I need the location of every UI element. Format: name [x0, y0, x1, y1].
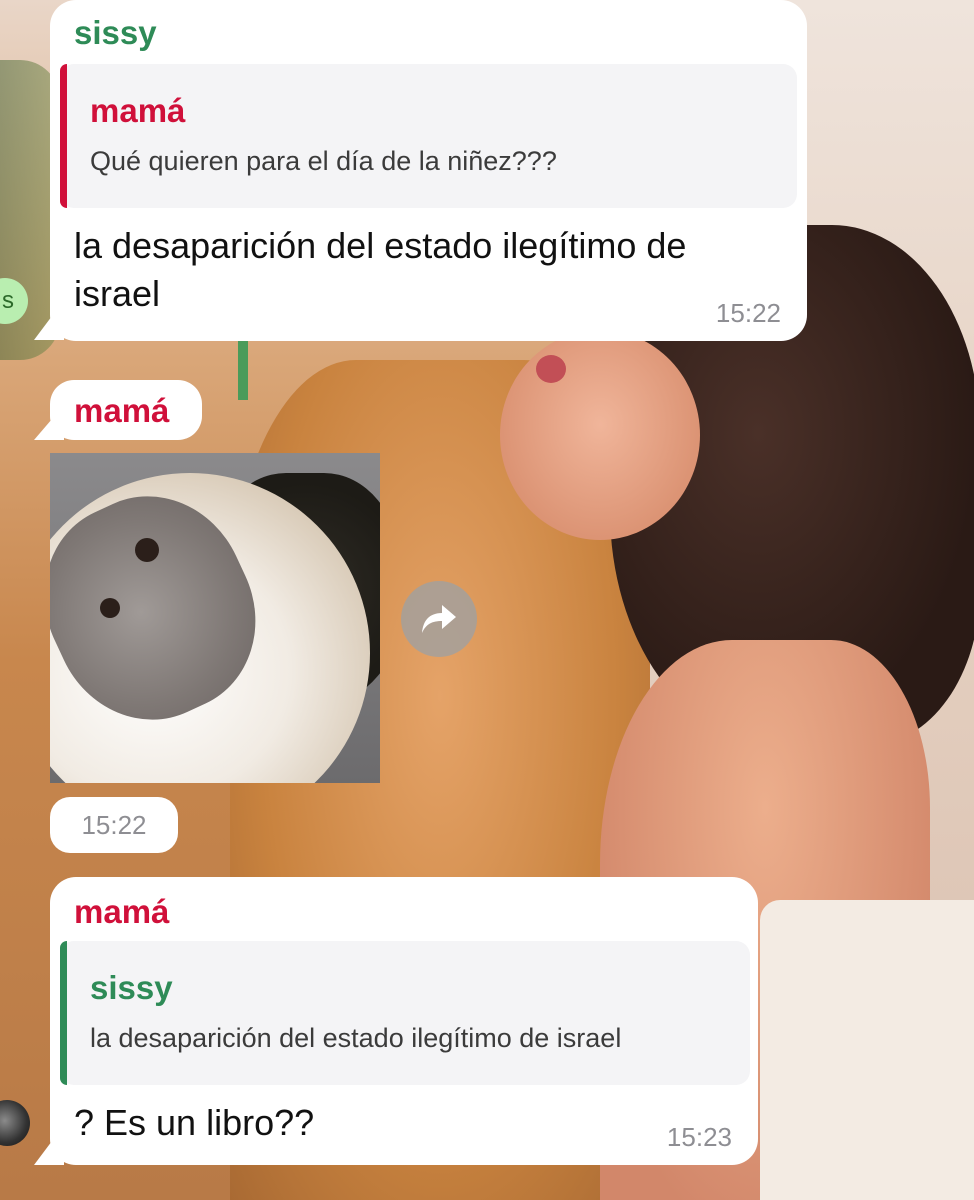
- sender-name[interactable]: mamá: [74, 893, 169, 931]
- message-text: la desaparición del estado ilegítimo de …: [74, 225, 687, 314]
- message-time: 15:22: [50, 797, 178, 853]
- quoted-sender: sissy: [90, 969, 173, 1006]
- sender-name[interactable]: mamá: [74, 392, 169, 430]
- avatar-initial: s: [2, 287, 14, 314]
- share-button[interactable]: [401, 581, 477, 657]
- message-bubble[interactable]: sissy mamá Qué quieren para el día de la…: [50, 0, 807, 341]
- monkey-gif-media[interactable]: [50, 453, 380, 783]
- quoted-text: Qué quieren para el día de la niñez???: [90, 146, 557, 176]
- sender-label-bubble[interactable]: mamá: [50, 380, 202, 440]
- message-time: 15:22: [715, 298, 781, 328]
- message-bubble[interactable]: mamá sissy la desaparición del estado il…: [50, 877, 758, 1165]
- message-text: ? Es un libro??: [74, 1102, 315, 1143]
- share-arrow-icon: [422, 605, 456, 633]
- reply-quote[interactable]: sissy la desaparición del estado ilegíti…: [60, 941, 750, 1085]
- message-time: 15:23: [666, 1122, 732, 1152]
- reply-quote[interactable]: mamá Qué quieren para el día de la niñez…: [60, 64, 797, 208]
- quoted-sender: mamá: [90, 92, 186, 129]
- sender-name[interactable]: sissy: [74, 14, 157, 52]
- quoted-text: la desaparición del estado ilegítimo de …: [90, 1023, 622, 1053]
